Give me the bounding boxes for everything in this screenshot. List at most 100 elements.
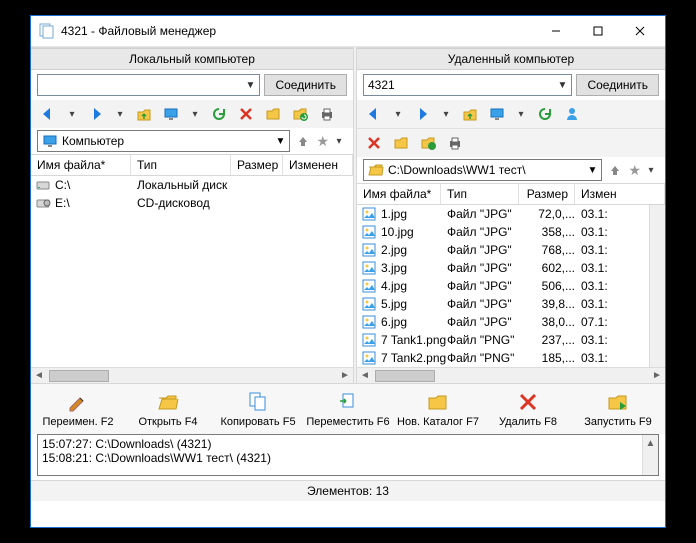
up-folder-button[interactable]	[459, 103, 481, 125]
log-vscroll[interactable]: ▲	[642, 435, 658, 475]
maximize-button[interactable]	[577, 17, 619, 45]
left-columns: Имя файла* Тип Размер Изменен	[31, 154, 353, 176]
file-row[interactable]: 6.jpgФайл "JPG"38,0...07.1:	[357, 313, 665, 331]
forward-button[interactable]	[411, 103, 433, 125]
newfolder-button[interactable]: Нов. Каталог F7	[393, 388, 483, 430]
desktop-dropdown[interactable]: ▾	[187, 109, 203, 120]
right-connection-combo[interactable]: 4321 ▼	[363, 74, 572, 96]
right-up-button[interactable]	[604, 159, 626, 181]
img-icon	[361, 242, 377, 258]
file-name: 5.jpg	[381, 297, 447, 311]
left-pane-header: Локальный компьютер	[31, 48, 353, 70]
move-button[interactable]: Переместить F6	[303, 388, 393, 430]
img-icon	[361, 224, 377, 240]
file-row[interactable]: 1.jpgФайл "JPG"72,0,...03.1:	[357, 205, 665, 223]
file-size: 39,8...	[525, 297, 581, 311]
col-name[interactable]: Имя файла*	[31, 155, 131, 175]
folder-button[interactable]	[390, 132, 412, 154]
left-path-combo[interactable]: Компьютер ▼	[37, 130, 290, 152]
img-icon	[361, 278, 377, 294]
col-type[interactable]: Тип	[131, 155, 231, 175]
file-row[interactable]: C:\Локальный диск	[31, 176, 353, 194]
back-button[interactable]	[363, 103, 385, 125]
print-button[interactable]	[316, 103, 338, 125]
file-name: 1.jpg	[381, 207, 447, 221]
forward-dropdown[interactable]: ▾	[112, 109, 128, 120]
refresh-button[interactable]	[534, 103, 556, 125]
file-ops-toolbar: Переимен. F2 Открыть F4 Копировать F5 Перем…	[31, 383, 665, 434]
rename-button[interactable]: Переимен. F2	[33, 388, 123, 430]
file-modified: 07.1:	[581, 315, 608, 329]
file-row[interactable]: 2.jpgФайл "JPG"768,...03.1:	[357, 241, 665, 259]
minimize-button[interactable]	[535, 17, 577, 45]
file-row[interactable]: 10.jpgФайл "JPG"358,...03.1:	[357, 223, 665, 241]
col-modified[interactable]: Измен	[575, 184, 665, 204]
back-dropdown[interactable]: ▾	[64, 109, 80, 120]
file-name: 4.jpg	[381, 279, 447, 293]
desktop-dropdown[interactable]: ▾	[513, 109, 529, 120]
right-toolbar-2	[357, 128, 665, 157]
back-dropdown[interactable]: ▾	[390, 109, 406, 120]
open-button[interactable]: Открыть F4	[123, 388, 213, 430]
file-row[interactable]: 3.jpgФайл "JPG"602,...03.1:	[357, 259, 665, 277]
run-button[interactable]: Запустить F9	[573, 388, 663, 430]
col-modified[interactable]: Изменен	[283, 155, 353, 175]
right-connect-button[interactable]: Соединить	[576, 74, 659, 96]
file-op-label: Копировать F5	[220, 416, 295, 428]
close-button[interactable]	[619, 17, 661, 45]
left-up-button[interactable]	[292, 130, 314, 152]
file-row[interactable]: 5.jpgФайл "JPG"39,8...03.1:	[357, 295, 665, 313]
cancel-button[interactable]	[363, 132, 385, 154]
right-hscroll[interactable]: ◄►	[357, 367, 665, 383]
left-favorite-button[interactable]: ★	[316, 133, 329, 150]
file-size: 358,...	[525, 225, 581, 239]
desktop-button[interactable]	[486, 103, 508, 125]
right-connection-value: 4321	[368, 78, 395, 92]
right-favorite-button[interactable]: ★	[628, 162, 641, 179]
sync-button[interactable]	[289, 103, 311, 125]
right-columns: Имя файла* Тип Размер Измен	[357, 183, 665, 205]
col-type[interactable]: Тип	[441, 184, 519, 204]
file-modified: 03.1:	[581, 297, 608, 311]
right-vscroll[interactable]	[649, 205, 665, 367]
folder-button[interactable]	[262, 103, 284, 125]
up-folder-button[interactable]	[133, 103, 155, 125]
file-row[interactable]: E:\CD-дисковод	[31, 194, 353, 212]
left-connect-button[interactable]: Соединить	[264, 74, 347, 96]
run-icon	[606, 390, 630, 414]
copy-button[interactable]: Копировать F5	[213, 388, 303, 430]
right-toolbar: ▾ ▾ ▾	[357, 100, 665, 128]
sync-button[interactable]	[417, 132, 439, 154]
print-button[interactable]	[444, 132, 466, 154]
folder-open-icon	[368, 162, 384, 178]
forward-dropdown[interactable]: ▾	[438, 109, 454, 120]
file-row[interactable]: 7 Tank1.pngФайл "PNG"237,...03.1:	[357, 331, 665, 349]
log-panel[interactable]: 15:07:27: C:\Downloads\ (4321)15:08:21: …	[37, 434, 659, 476]
file-op-label: Открыть F4	[138, 416, 197, 428]
cancel-button[interactable]	[235, 103, 257, 125]
left-path-value: Компьютер	[62, 134, 272, 148]
user-button[interactable]	[561, 103, 583, 125]
desktop-button[interactable]	[160, 103, 182, 125]
left-connection-combo[interactable]: ▼	[37, 74, 260, 96]
right-fav-dropdown[interactable]: ▾	[643, 165, 659, 176]
back-button[interactable]	[37, 103, 59, 125]
file-type: Файл "JPG"	[447, 315, 525, 329]
file-size: 38,0...	[525, 315, 581, 329]
file-row[interactable]: 4.jpgФайл "JPG"506,...03.1:	[357, 277, 665, 295]
col-size[interactable]: Размер	[519, 184, 575, 204]
left-filelist[interactable]: C:\Локальный дискE:\CD-дисковод	[31, 176, 353, 367]
file-type: Файл "PNG"	[447, 333, 525, 347]
right-path-combo[interactable]: C:\Downloads\WW1 тест\ ▼	[363, 159, 602, 181]
log-line: 15:08:21: C:\Downloads\WW1 тест\ (4321)	[42, 451, 654, 465]
col-size[interactable]: Размер	[231, 155, 283, 175]
img-icon	[361, 350, 377, 366]
delete-button[interactable]: Удалить F8	[483, 388, 573, 430]
left-fav-dropdown[interactable]: ▾	[331, 136, 347, 147]
forward-button[interactable]	[85, 103, 107, 125]
right-filelist[interactable]: 1.jpgФайл "JPG"72,0,...03.1:10.jpgФайл "…	[357, 205, 665, 367]
file-row[interactable]: 7 Tank2.pngФайл "PNG"185,...03.1:	[357, 349, 665, 367]
refresh-button[interactable]	[208, 103, 230, 125]
left-hscroll[interactable]: ◄►	[31, 367, 353, 383]
col-name[interactable]: Имя файла*	[357, 184, 441, 204]
